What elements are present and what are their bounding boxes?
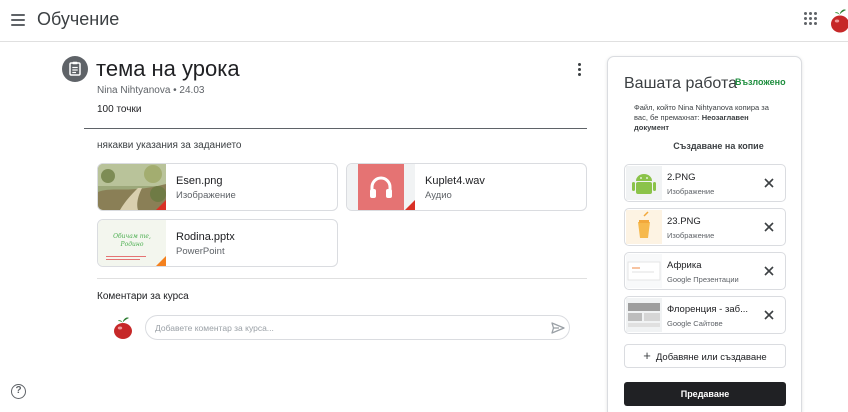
work-item[interactable]: 2.PNG Изображение — [624, 164, 786, 202]
assignment-icon — [62, 56, 88, 82]
attachment-name: Kuplet4.wav — [425, 175, 485, 187]
attachment-type: Изображение — [176, 190, 236, 201]
help-icon[interactable]: ? — [11, 384, 26, 399]
remove-close-icon[interactable] — [762, 220, 776, 234]
add-or-create-button[interactable]: + Добавяне или създаване — [624, 344, 786, 368]
class-comment-input[interactable] — [155, 320, 535, 336]
work-item-name: 2.PNG — [667, 172, 696, 183]
attachment-card[interactable]: Esen.png Изображение — [97, 163, 338, 211]
attachment-type: PowerPoint — [176, 246, 225, 257]
account-avatar[interactable] — [829, 8, 848, 34]
work-item[interactable]: Африка Google Презентации — [624, 252, 786, 290]
attachment-type: Аудио — [425, 190, 452, 201]
attachment-name: Rodina.pptx — [176, 231, 235, 243]
assignment-points: 100 точки — [97, 104, 142, 115]
assignment-instructions: някакви указания за заданието — [97, 140, 242, 151]
slides-thumbnail — [626, 254, 662, 288]
your-work-title: Вашата работа — [624, 75, 737, 92]
plus-icon: + — [643, 348, 651, 363]
sites-thumbnail — [626, 298, 662, 332]
user-avatar — [114, 317, 132, 339]
work-item-type: Изображение — [667, 187, 715, 196]
work-item[interactable]: Флоренция - заб... Google Сайтове — [624, 296, 786, 334]
work-item-type: Google Презентации — [667, 275, 739, 284]
image-thumbnail — [626, 210, 662, 244]
your-work-panel: Вашата работа Възложено Файл, който Nina… — [607, 56, 802, 412]
google-apps-icon[interactable] — [804, 12, 818, 26]
add-or-create-label: Добавяне или създаване — [655, 352, 767, 363]
assignment-title: тема на урока — [96, 56, 240, 81]
headphones-icon — [370, 176, 392, 198]
comments-divider — [97, 278, 587, 279]
remove-close-icon[interactable] — [762, 176, 776, 190]
slide-thumb-line: Обичам те, — [113, 233, 151, 240]
image-thumbnail — [98, 164, 166, 210]
slide-thumb-line: Родино — [120, 241, 144, 248]
app-title[interactable]: Обучение — [37, 9, 119, 30]
remove-close-icon[interactable] — [762, 308, 776, 322]
attachment-card[interactable]: Kuplet4.wav Аудио — [346, 163, 587, 211]
work-item-name: 23.PNG — [667, 216, 701, 227]
class-comment-box — [145, 315, 570, 340]
turn-in-button[interactable]: Предаване — [624, 382, 786, 406]
removed-file-note: Файл, който Nina Nihtyanova копира за ва… — [634, 103, 784, 133]
remove-close-icon[interactable] — [762, 264, 776, 278]
slides-thumbnail: Обичам те, Родино — [98, 220, 166, 266]
more-options-icon[interactable] — [574, 62, 584, 78]
file-type-corner — [156, 256, 166, 266]
work-item-type: Изображение — [667, 231, 715, 240]
class-comments-title: Коментари за курса — [97, 291, 189, 302]
attachment-card[interactable]: Обичам те, Родино Rodina.pptx PowerPoint — [97, 219, 338, 267]
assignment-meta: Nina Nihtyanova • 24.03 — [97, 85, 205, 96]
work-item-type: Google Сайтове — [667, 319, 723, 328]
main-menu-icon[interactable] — [11, 13, 25, 27]
assignment-status: Възложено — [735, 77, 786, 87]
top-app-bar: Обучение — [0, 0, 848, 42]
file-type-corner — [405, 200, 415, 210]
header-divider — [84, 128, 587, 129]
send-icon[interactable] — [550, 320, 566, 336]
file-type-corner — [156, 200, 166, 210]
work-item-name: Африка — [667, 260, 702, 271]
work-item[interactable]: 23.PNG Изображение — [624, 208, 786, 246]
android-icon — [626, 166, 662, 200]
work-item-name: Флоренция - заб... — [667, 304, 748, 315]
create-copy-button[interactable]: Създаване на копие — [608, 141, 801, 151]
audio-thumbnail — [347, 164, 415, 210]
attachment-name: Esen.png — [176, 175, 223, 187]
